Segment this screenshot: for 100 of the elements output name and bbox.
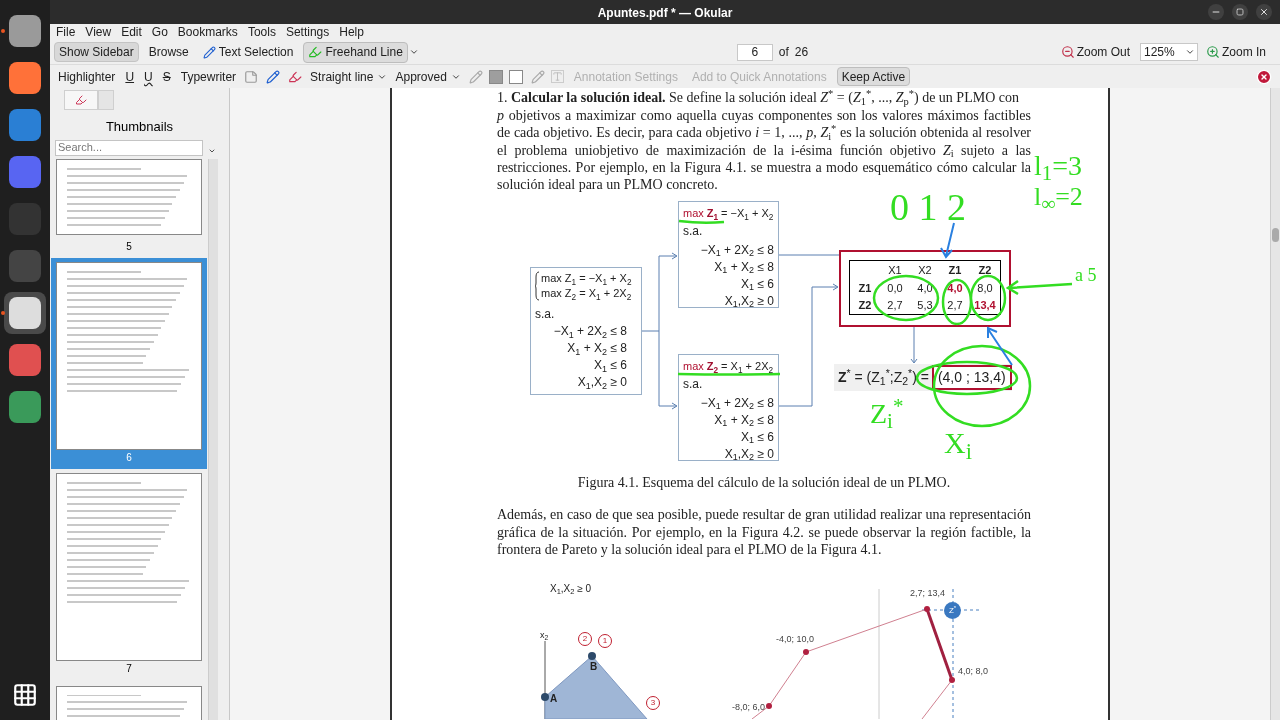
keep-active-button[interactable]: Keep Active bbox=[836, 67, 911, 86]
row-header: Z1 bbox=[857, 280, 873, 296]
constraint-formula: −X$_{1}$ + 2X$_{2}$ ≤ 8 bbox=[700, 242, 774, 259]
freehand-icon[interactable] bbox=[288, 69, 303, 84]
app-icon[interactable] bbox=[9, 62, 41, 94]
table-cell-text: 13,4 bbox=[973, 298, 997, 314]
column-header: Z1 bbox=[947, 263, 963, 279]
show-sidebar-button[interactable]: Show Sidebar bbox=[54, 42, 139, 62]
arrow bbox=[987, 326, 1013, 366]
annotation-tool[interactable]: U bbox=[140, 67, 157, 86]
max-keyword: max bbox=[683, 359, 704, 375]
point-label: 2,7; 13,4 bbox=[910, 587, 946, 601]
scrollbar-thumb[interactable] bbox=[1272, 228, 1279, 242]
vertex-point bbox=[588, 652, 596, 661]
app-icon[interactable] bbox=[9, 391, 41, 423]
page-thumbnail[interactable] bbox=[56, 685, 202, 720]
subject-to-label: s.a. bbox=[683, 223, 704, 240]
thumbnail-item[interactable]: 5 bbox=[51, 234, 207, 258]
menu-item[interactable]: Help bbox=[339, 23, 364, 41]
objective-variable: Z$_{2}$ bbox=[706, 359, 719, 375]
mode-button[interactable]: Freehand Line bbox=[303, 41, 408, 63]
dropdown-caret-icon bbox=[1185, 47, 1195, 57]
opacity-icon[interactable] bbox=[530, 69, 545, 84]
pen-icon[interactable] bbox=[266, 69, 281, 84]
menu-item[interactable]: Tools bbox=[247, 23, 276, 41]
max-keyword: max bbox=[683, 206, 704, 222]
solution-point bbox=[949, 677, 955, 684]
solution-point bbox=[924, 606, 930, 613]
solution-point bbox=[803, 649, 809, 656]
thumbnail-item[interactable]: 7 bbox=[51, 468, 207, 680]
page-of-label: of bbox=[778, 44, 789, 61]
scrollbar[interactable] bbox=[1270, 88, 1280, 720]
search-field[interactable]: Search... bbox=[55, 139, 203, 156]
point-label: -8,0; 6,0 bbox=[732, 701, 766, 715]
page-thumbnail[interactable] bbox=[56, 158, 202, 235]
table-cell-text: 0,0 bbox=[886, 280, 904, 296]
annotations-tab[interactable] bbox=[64, 90, 98, 110]
vertex-point bbox=[541, 693, 549, 702]
menu-item[interactable]: Bookmarks bbox=[177, 23, 238, 41]
fill-color-swatch[interactable] bbox=[488, 69, 503, 84]
constraint-formula: X$_{1}$,X$_{2}$ ≥ 0 bbox=[577, 374, 627, 392]
app-icon[interactable] bbox=[9, 156, 41, 188]
app-icon[interactable] bbox=[9, 344, 41, 376]
vertex-label: A bbox=[550, 692, 558, 707]
menu-item[interactable]: File bbox=[56, 23, 76, 41]
app-icon[interactable] bbox=[9, 297, 41, 329]
constraint-formula: −X$_{1}$ + 2X$_{2}$ ≤ 8 bbox=[700, 395, 774, 412]
ink-loop bbox=[969, 274, 1007, 322]
menu-item[interactable]: Edit bbox=[121, 23, 142, 41]
subject-to-label: s.a. bbox=[535, 306, 556, 324]
annotation-tool[interactable]: Highlighter bbox=[54, 67, 120, 86]
zoom-in-button[interactable]: Zoom In bbox=[1204, 43, 1268, 61]
app-grid-icon[interactable] bbox=[12, 682, 38, 708]
constraint-formula: X$_{1}$ ≤ 6 bbox=[741, 276, 774, 293]
mode-button[interactable]: Browse bbox=[144, 41, 193, 63]
app-icon[interactable] bbox=[9, 15, 41, 47]
app-icon[interactable] bbox=[9, 109, 41, 141]
dropdown-caret-icon[interactable] bbox=[408, 47, 419, 57]
paragraph: Además, en caso de que sea posible, puede resultar de gran utilidad realizar una representación gráfica de la situación. Por ejemplo, en la Figura 4.2. se puede observar la región factible, la frontera de Pareto y la solución ideal para el PLMO de la Figura 4.1. bbox=[497, 506, 1031, 559]
constraint-formula: X$_{1}$ + X$_{2}$ ≤ 8 bbox=[567, 340, 627, 358]
point-label: 4,0; 8,0 bbox=[958, 665, 989, 679]
note-icon[interactable] bbox=[244, 69, 259, 84]
stamp-dropdown[interactable]: Approved bbox=[395, 67, 461, 86]
constraint-marker: 2 bbox=[578, 632, 592, 647]
page-total: 26 bbox=[794, 44, 809, 61]
mode-button[interactable]: Text Selection bbox=[198, 41, 298, 63]
menu-item[interactable]: Go bbox=[151, 23, 168, 41]
page-number-label: 7 bbox=[126, 661, 132, 676]
annotation-tool[interactable]: S bbox=[158, 67, 175, 86]
line-tool-dropdown[interactable]: Straight line bbox=[310, 67, 388, 86]
zoom-out-button[interactable]: Zoom Out bbox=[1058, 43, 1132, 61]
close-icon[interactable] bbox=[1256, 4, 1272, 20]
constraint-marker: 3 bbox=[646, 696, 660, 711]
scrollbar[interactable] bbox=[208, 158, 218, 720]
constraint-formula: X$_{1}$,X$_{2}$ ≥ 0 bbox=[724, 446, 774, 463]
constraint-formula: X$_{1}$ + X$_{2}$ ≤ 8 bbox=[714, 259, 774, 276]
line-width-icon[interactable] bbox=[468, 69, 483, 84]
subject-to-label: s.a. bbox=[683, 376, 704, 393]
paragraph-line: 1. Calcular la solución ideal. Se define la solución ideal Z$^{*}$ = (Z$_{1}$$^{*}$, ..., Z$_{p}$$^{*}$) de un PLMO con bbox=[497, 88, 1020, 107]
menu-item[interactable]: View bbox=[85, 23, 112, 41]
region-label: X$_{1}$,X$_{2}$ ≥ 0 bbox=[550, 582, 592, 597]
close-icon[interactable] bbox=[1256, 68, 1272, 85]
maximize-icon[interactable] bbox=[1232, 4, 1248, 20]
page-thumbnail[interactable] bbox=[56, 472, 202, 661]
zoom-out-icon bbox=[1060, 45, 1075, 59]
annotation-tool[interactable]: U bbox=[121, 67, 139, 86]
table-cell-text: 5,3 bbox=[916, 298, 934, 314]
ink-underline bbox=[678, 219, 725, 225]
freehand-icon bbox=[75, 94, 87, 106]
handwritten-note: l$_{1}$=3 bbox=[1034, 152, 1083, 180]
border-color-swatch[interactable] bbox=[508, 69, 523, 84]
minimize-icon[interactable] bbox=[1208, 4, 1224, 20]
page-thumbnail[interactable] bbox=[56, 261, 202, 450]
menu-item[interactable]: Settings bbox=[285, 23, 330, 41]
objective-variable: Z$_{1}$ bbox=[706, 206, 719, 222]
constraint-formula: −X$_{1}$ + 2X$_{2}$ ≤ 8 bbox=[553, 323, 627, 341]
annotation-tool[interactable]: Typewriter bbox=[176, 67, 241, 86]
page-number-field[interactable]: 6 bbox=[736, 43, 773, 61]
constraint-formula: X$_{1}$ + X$_{2}$ ≤ 8 bbox=[714, 412, 774, 429]
zoom-select[interactable]: 125% bbox=[1140, 43, 1198, 61]
